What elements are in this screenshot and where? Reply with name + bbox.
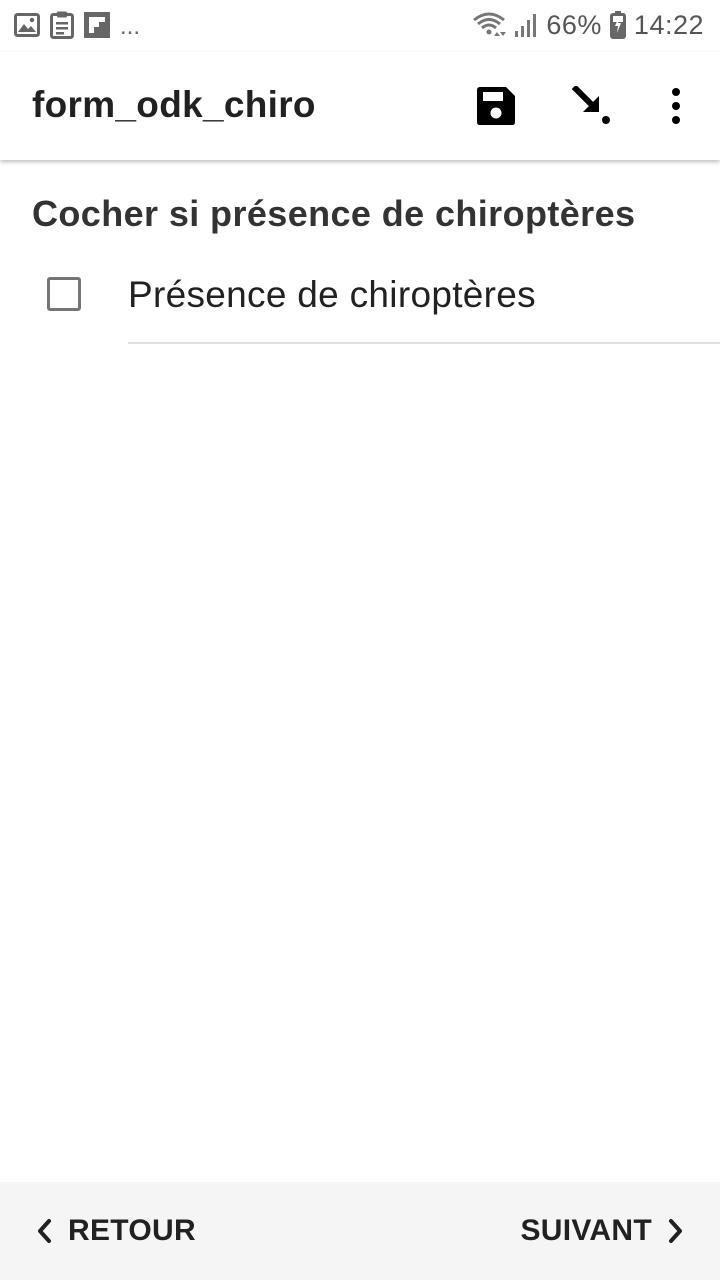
overflow-menu-button[interactable]: [652, 82, 700, 130]
battery-percent: 66%: [546, 9, 602, 40]
status-bar: ... 66% 14:22: [0, 0, 720, 52]
save-button[interactable]: [472, 82, 520, 130]
choice-label[interactable]: Présence de chiroptères: [128, 274, 536, 316]
notification-overflow: ...: [120, 13, 141, 40]
bottom-navigation: RETOUR SUIVANT: [0, 1182, 720, 1280]
image-icon: [14, 13, 40, 37]
clipboard-icon: [50, 11, 74, 39]
chevron-left-icon: [38, 1219, 51, 1243]
go-to-question-button[interactable]: [568, 82, 616, 130]
status-notifications: ...: [14, 10, 140, 40]
choice-divider: [128, 342, 720, 344]
flipboard-icon: [84, 12, 110, 38]
clock: 14:22: [633, 9, 704, 40]
choice-row[interactable]: Présence de chiroptères: [0, 256, 720, 344]
app-title: form_odk_chiro: [32, 84, 316, 125]
more-vert-icon: [672, 88, 680, 124]
back-label: RETOUR: [68, 1214, 196, 1247]
battery-icon: [609, 11, 626, 39]
question-label: Cocher si présence de chiroptères: [32, 193, 636, 234]
form-content: Cocher si présence de chiroptères Présen…: [0, 160, 720, 1182]
signal-icon: [515, 14, 537, 37]
wifi-icon: [473, 12, 507, 36]
app-bar: form_odk_chiro: [0, 52, 720, 160]
status-system: 66% 14:22: [472, 8, 704, 42]
back-button[interactable]: RETOUR: [34, 1210, 196, 1252]
save-icon: [477, 87, 515, 125]
next-button[interactable]: SUIVANT: [520, 1210, 686, 1252]
chevron-right-icon: [669, 1219, 682, 1243]
next-label: SUIVANT: [520, 1214, 652, 1247]
jump-icon: [572, 86, 610, 124]
presence-checkbox[interactable]: [47, 277, 81, 311]
